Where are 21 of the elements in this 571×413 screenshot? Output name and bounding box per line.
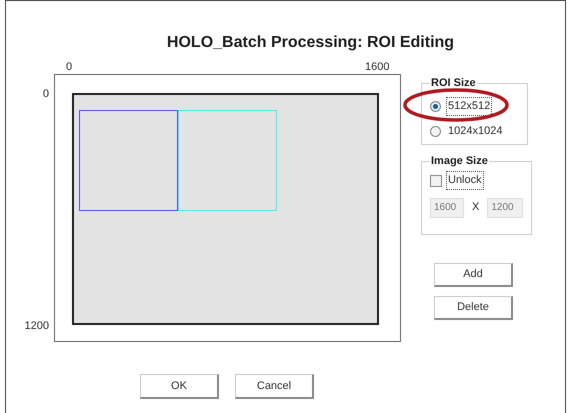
tick-label: 0	[42, 87, 49, 102]
checkbox-label: Unlock	[446, 171, 484, 190]
tick-label: 0	[66, 60, 72, 75]
add-button[interactable]: Add	[434, 263, 513, 287]
width-field[interactable]: 1600	[430, 198, 464, 218]
tick-label: 1200	[24, 319, 49, 334]
radio-button[interactable]	[430, 101, 441, 112]
tick-label: 1600	[365, 60, 390, 75]
checkbox[interactable]	[430, 174, 442, 186]
separator-label: X	[472, 200, 480, 216]
group-title: Image Size	[430, 154, 489, 169]
radio-label: 1024x1024	[447, 124, 504, 140]
window-title: HOLO_Batch Processing: ROI Editing	[166, 33, 454, 53]
radio-button[interactable]	[430, 126, 441, 137]
delete-button[interactable]: Delete	[434, 296, 513, 320]
cancel-button[interactable]: Cancel	[235, 374, 314, 399]
ok-button[interactable]: OK	[140, 374, 219, 399]
height-field[interactable]: 1200	[487, 198, 524, 218]
roi-rectangle[interactable]	[79, 110, 178, 211]
radio-label: 512x512	[446, 97, 492, 116]
group-title: ROI Size	[430, 76, 477, 91]
